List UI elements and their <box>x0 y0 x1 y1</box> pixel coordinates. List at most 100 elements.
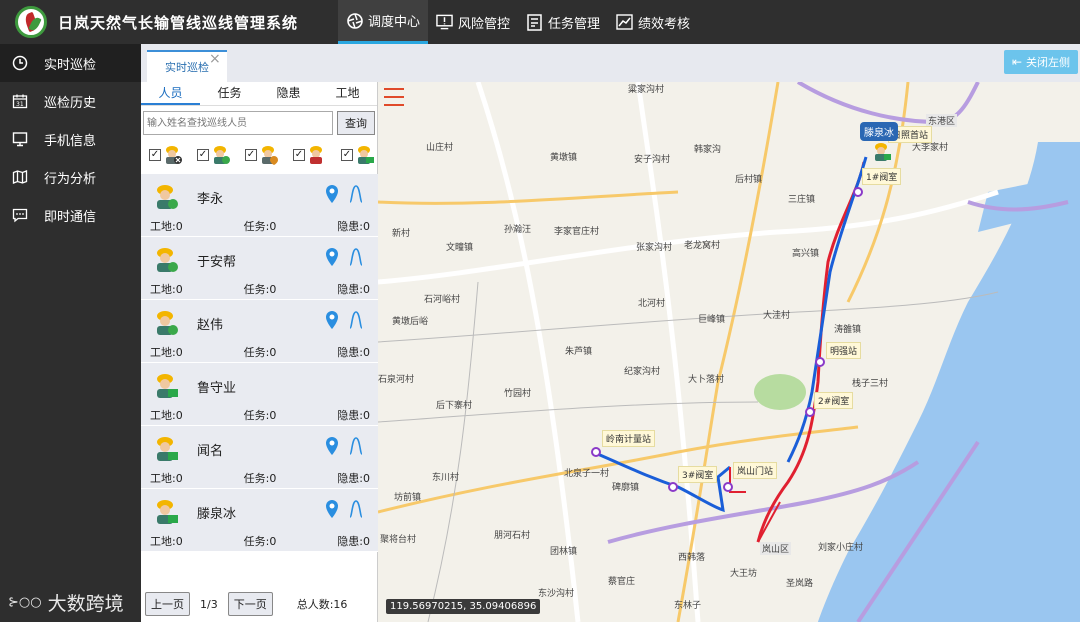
checkbox-icon[interactable]: ✓ <box>293 149 305 161</box>
nav-dispatch-center[interactable]: 调度中心 <box>338 0 429 44</box>
person-name: 李永 <box>197 192 224 207</box>
map-place-label: 聚将台村 <box>380 535 417 545</box>
map-place-label: 涛雒镇 <box>834 325 862 335</box>
warning-monitor-icon <box>436 14 453 31</box>
location-pin-icon[interactable] <box>324 247 340 270</box>
list-item[interactable]: 闻名 工地:0 任务:0 隐患:0 <box>141 426 378 489</box>
worker-avatar-icon <box>153 371 179 399</box>
prev-page-button[interactable]: 上一页 <box>145 592 190 616</box>
checkbox-icon[interactable]: ✓ <box>197 149 209 161</box>
monitor-icon <box>12 131 28 147</box>
filter-offline[interactable]: ✓ <box>149 141 183 169</box>
map-place-label: 韩家沟 <box>694 145 722 155</box>
list-item[interactable]: 于安帮 工地:0 任务:0 隐患:0 <box>141 237 378 300</box>
close-left-label: 关闭左侧 <box>1026 56 1071 69</box>
site-count: 工地:0 <box>150 472 183 485</box>
map-place-label: 东林子 <box>674 601 702 611</box>
worker-avatar-icon <box>153 245 179 273</box>
map-place-label: 坊前镇 <box>394 493 422 503</box>
nav-risk-control[interactable]: 风险管控 <box>428 0 518 44</box>
person-stats: 工地:0 任务:0 隐患:0 <box>150 344 370 360</box>
sidebar-item-behavior-analysis[interactable]: 行为分析 <box>0 158 141 196</box>
chart-icon <box>616 14 633 31</box>
worker-avatar-icon <box>153 497 179 525</box>
tab-bar: 实时巡检 × ⇤ 关闭左侧 <box>141 44 1080 82</box>
map-place-label: 东川村 <box>432 473 460 483</box>
next-page-button[interactable]: 下一页 <box>227 592 273 616</box>
station-label: 明强站 <box>826 342 862 359</box>
track-icon[interactable] <box>348 499 364 522</box>
list-item[interactable]: 李永 工地:0 任务:0 隐患:0 <box>141 174 378 237</box>
tab-hazards[interactable]: 隐患 <box>259 82 318 105</box>
close-left-button[interactable]: ⇤ 关闭左侧 <box>1004 50 1078 74</box>
hazard-count: 隐患:0 <box>337 409 370 422</box>
list-item[interactable]: 滕泉冰 工地:0 任务:0 隐患:0 <box>141 489 378 552</box>
sidebar-item-label: 实时巡检 <box>44 57 97 73</box>
sidebar-item-realtime-inspection[interactable]: 实时巡检 <box>0 44 141 82</box>
hazard-count: 隐患:0 <box>337 283 370 296</box>
location-pin-icon[interactable] <box>324 436 340 459</box>
worker-marker-icon[interactable] <box>872 140 892 165</box>
nav-task-management[interactable]: 任务管理 <box>518 0 608 44</box>
map-place-label: 孙瀚汪 <box>504 225 532 235</box>
list-item[interactable]: 鲁守业 工地:0 任务:0 隐患:0 <box>141 363 378 426</box>
list-item[interactable]: 赵伟 工地:0 任务:0 隐患:0 <box>141 300 378 363</box>
map-place-label: 栈子三村 <box>852 379 889 389</box>
track-icon[interactable] <box>348 184 364 207</box>
tab-close-icon[interactable]: × <box>209 51 221 67</box>
pagination: 上一页 1/3 下一页 总人数:16 <box>145 592 375 616</box>
station-label: 2#阀室 <box>814 392 854 409</box>
filter-sos[interactable]: ✓ <box>293 141 327 169</box>
tab-sites[interactable]: 工地 <box>318 82 377 105</box>
filter-alarm[interactable]: ✓ <box>245 141 279 169</box>
person-stats: 工地:0 任务:0 隐患:0 <box>150 281 370 297</box>
sidebar-item-inspection-history[interactable]: 31 巡检历史 <box>0 82 141 120</box>
top-nav: 调度中心 风险管控 任务管理 绩效考核 <box>338 0 698 44</box>
worker-marker-label[interactable]: 滕泉冰 <box>860 122 898 141</box>
watermark-logo-icon: ⊱○○ <box>8 595 42 610</box>
map-view[interactable]: 粱家沟村 山庄村 黄墩镇 安子沟村 韩家沟 后村镇 三庄镇 新村 孙瀚汪 李家官… <box>378 82 1080 622</box>
map-district-label: 岚山区 <box>760 542 792 555</box>
person-name: 滕泉冰 <box>197 507 237 522</box>
person-stats: 工地:0 任务:0 隐患:0 <box>150 470 370 486</box>
map-place-label: 圣岚路 <box>786 579 814 589</box>
app-logo <box>15 6 47 38</box>
location-pin-icon[interactable] <box>324 310 340 333</box>
collapse-panel-icon[interactable] <box>382 86 406 108</box>
worker-alarm-icon <box>259 143 279 168</box>
search-input[interactable] <box>143 111 333 135</box>
track-icon[interactable] <box>348 436 364 459</box>
svg-text:31: 31 <box>16 101 24 108</box>
map-place-label: 安子沟村 <box>634 155 671 165</box>
worker-avatar-icon <box>153 434 179 462</box>
map-place-label: 团林镇 <box>550 547 578 557</box>
worker-avatar-icon <box>153 182 179 210</box>
search-button[interactable]: 查询 <box>337 111 375 135</box>
filter-online[interactable]: ✓ <box>197 141 231 169</box>
track-icon[interactable] <box>348 310 364 333</box>
checkbox-icon[interactable]: ✓ <box>149 149 161 161</box>
person-stats: 工地:0 任务:0 隐患:0 <box>150 407 370 423</box>
sidebar-item-instant-messaging[interactable]: 即时通信 <box>0 196 141 234</box>
map-place-label: 北泉子一村 <box>564 469 610 479</box>
map-place-label: 大王坊 <box>730 569 758 579</box>
map-place-label: 文疃镇 <box>446 243 474 253</box>
sidebar-item-phone-info[interactable]: 手机信息 <box>0 120 141 158</box>
location-pin-icon[interactable] <box>324 184 340 207</box>
checkbox-icon[interactable]: ✓ <box>245 149 257 161</box>
sidebar-item-label: 即时通信 <box>44 209 97 225</box>
tab-personnel[interactable]: 人员 <box>141 82 200 105</box>
worker-message-icon <box>355 143 375 168</box>
tab-tasks[interactable]: 任务 <box>200 82 259 105</box>
location-pin-icon[interactable] <box>324 499 340 522</box>
track-icon[interactable] <box>348 247 364 270</box>
map-place-label: 黄墩镇 <box>550 153 578 163</box>
task-count: 任务:0 <box>243 283 277 296</box>
map-place-label: 黄墩后峪 <box>392 317 429 327</box>
checkbox-icon[interactable]: ✓ <box>341 149 353 161</box>
station-label: 1#阀室 <box>862 168 902 185</box>
filter-stationary[interactable]: ✓ <box>341 141 375 169</box>
nav-performance[interactable]: 绩效考核 <box>608 0 698 44</box>
sidebar-item-label: 行为分析 <box>44 171 97 187</box>
person-name: 鲁守业 <box>197 381 237 396</box>
